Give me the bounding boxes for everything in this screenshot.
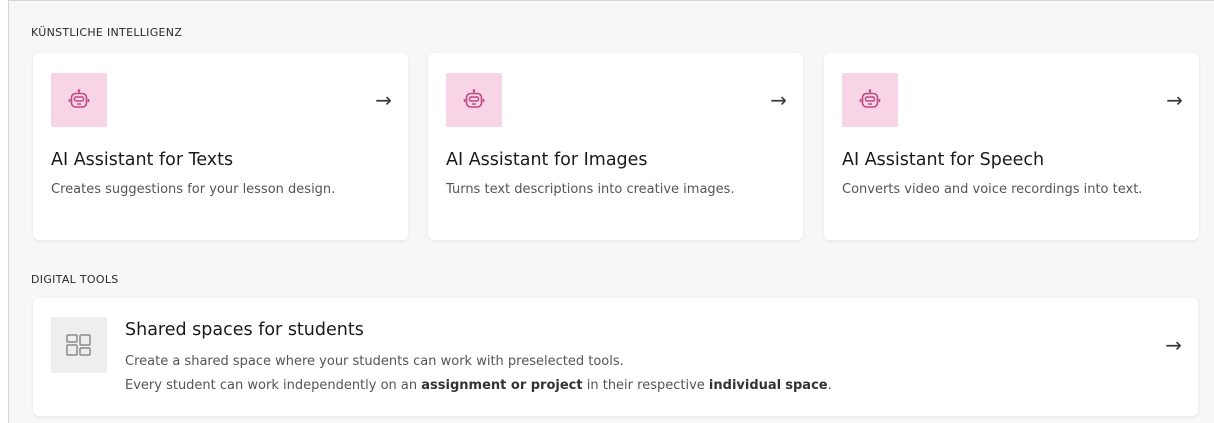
section-label-tools: DIGITAL TOOLS [31, 273, 119, 286]
description-line-2: Every student can work independently on … [125, 378, 832, 393]
card-title: AI Assistant for Texts [51, 150, 234, 170]
ai-card-texts[interactable]: → AI Assistant for Texts Creates suggest… [33, 53, 408, 240]
card-description: Create a shared space where your student… [125, 350, 832, 398]
section-label-ai: KÜNSTLICHE INTELLIGENZ [31, 26, 183, 39]
robot-icon [446, 73, 502, 127]
arrow-right-icon: → [375, 88, 392, 112]
card-title: AI Assistant for Images [446, 150, 648, 170]
robot-icon [51, 73, 107, 127]
card-description: Turns text descriptions into creative im… [446, 182, 735, 197]
card-title: Shared spaces for students [125, 320, 364, 340]
arrow-right-icon: → [1165, 333, 1182, 357]
layout-grid-icon [51, 317, 107, 373]
ai-card-speech[interactable]: → AI Assistant for Speech Converts video… [824, 53, 1199, 240]
arrow-right-icon: → [770, 88, 787, 112]
card-description: Converts video and voice recordings into… [842, 182, 1143, 197]
description-line-1: Create a shared space where your student… [125, 354, 624, 369]
card-title: AI Assistant for Speech [842, 150, 1045, 170]
card-description: Creates suggestions for your lesson desi… [51, 182, 336, 197]
robot-icon [842, 73, 898, 127]
ai-card-images[interactable]: → AI Assistant for Images Turns text des… [428, 53, 803, 240]
shared-spaces-card[interactable]: Shared spaces for students Create a shar… [33, 298, 1198, 416]
arrow-right-icon: → [1166, 88, 1183, 112]
